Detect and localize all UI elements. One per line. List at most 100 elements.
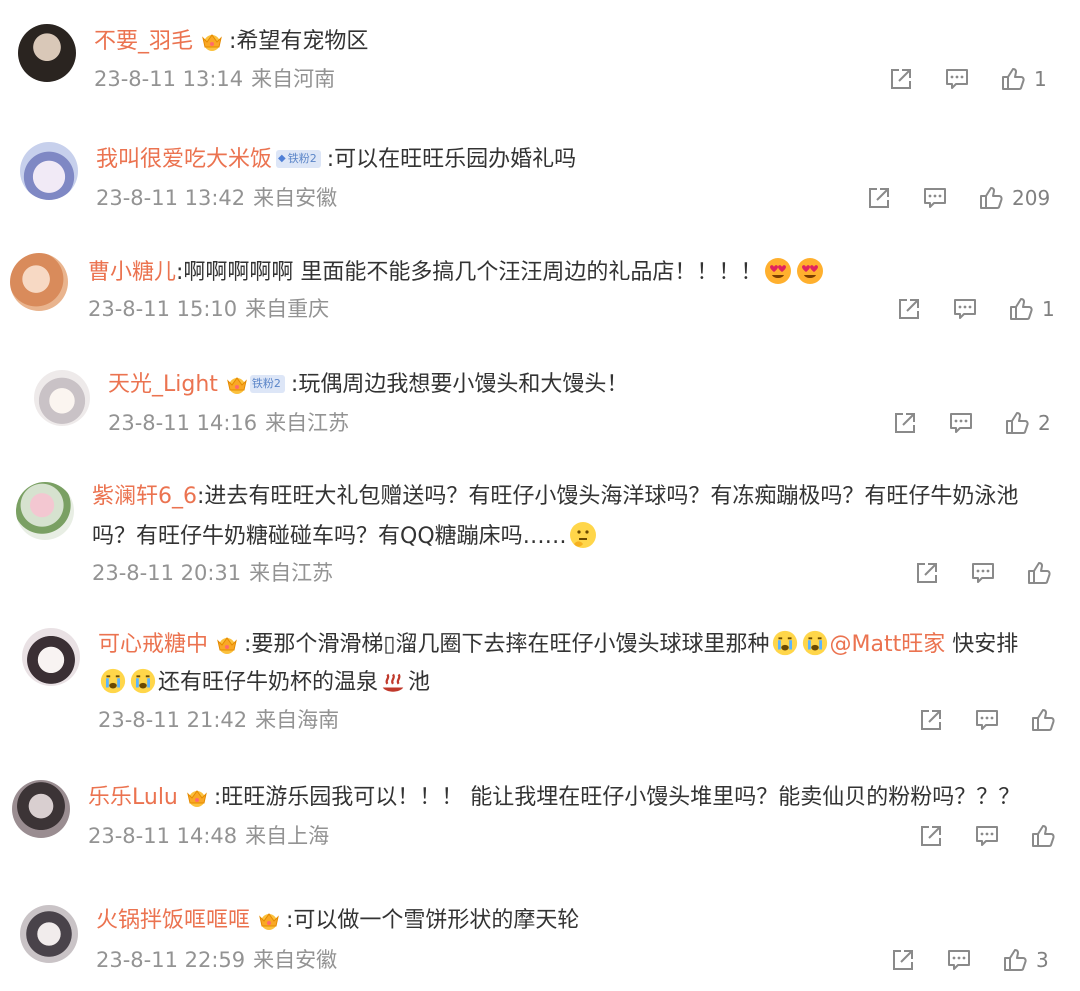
location: 来自江苏: [249, 561, 334, 585]
timestamp: 23-8-11 13:42: [96, 186, 246, 210]
like-count: 3: [1036, 948, 1049, 972]
crying-emoji: [129, 667, 157, 695]
crying-emoji: [771, 629, 799, 657]
timestamp: 23-8-11 14:48: [88, 824, 238, 848]
comment-button[interactable]: [952, 296, 978, 322]
comment-text: :希望有宠物区: [229, 29, 369, 54]
timestamp: 23-8-11 21:42: [98, 708, 248, 732]
comment-meta: 23-8-11 22:59 来自安徽: [96, 945, 337, 975]
like-count: 209: [1012, 186, 1051, 210]
comment-button[interactable]: [970, 560, 996, 586]
like-button[interactable]: 209: [978, 185, 1050, 211]
like-button[interactable]: 1: [1000, 66, 1047, 92]
comment-button[interactable]: [922, 185, 948, 211]
comment-text: 池: [408, 670, 431, 695]
avatar[interactable]: [34, 370, 90, 426]
comment-text: :可以在旺旺乐园办婚礼吗: [326, 147, 577, 172]
share-button[interactable]: [918, 823, 944, 849]
username[interactable]: 紫澜轩6_6: [92, 484, 197, 509]
comment-icon: [922, 185, 948, 211]
comment-meta: 23-8-11 13:14 来自河南: [94, 64, 335, 94]
crown-badge-icon: [184, 786, 210, 808]
comment-button[interactable]: [948, 410, 974, 436]
share-button[interactable]: [914, 560, 940, 586]
comment-meta: 23-8-11 13:42 来自安徽: [96, 183, 337, 213]
comment-text: :进去有旺旺大礼包赠送吗？有旺仔小馒头海洋球吗？有冻痴蹦极吗？有旺仔牛奶泳池: [197, 484, 1019, 509]
comment-button[interactable]: [974, 823, 1000, 849]
comment-meta: 23-8-11 20:31 来自江苏: [92, 558, 333, 588]
avatar[interactable]: [12, 780, 70, 838]
like-button[interactable]: [1030, 823, 1056, 849]
crown-badge-icon: [256, 909, 282, 931]
share-icon: [918, 823, 944, 849]
location: 来自安徽: [253, 948, 338, 972]
mention-link[interactable]: @Matt旺家: [830, 632, 946, 657]
location: 来自河南: [251, 67, 336, 91]
avatar[interactable]: [20, 142, 78, 200]
share-button[interactable]: [866, 185, 892, 211]
like-button[interactable]: [1026, 560, 1052, 586]
location: 来自安徽: [253, 186, 338, 210]
crying-emoji: [99, 667, 127, 695]
like-count: 2: [1038, 411, 1051, 435]
avatar[interactable]: [10, 253, 68, 311]
comment-button[interactable]: [974, 707, 1000, 733]
comment-meta: 23-8-11 14:16 来自江苏: [108, 408, 349, 438]
like-icon: [1030, 707, 1056, 733]
avatar[interactable]: [20, 905, 78, 963]
comment-text: 吗？有旺仔牛奶糖碰碰车吗？有QQ糖蹦床吗……: [92, 524, 567, 549]
username[interactable]: 不要_羽毛: [94, 29, 193, 54]
comment-icon: [970, 560, 996, 586]
comment-button[interactable]: [944, 66, 970, 92]
comment-meta: 23-8-11 21:42 来自海南: [98, 705, 339, 735]
avatar[interactable]: [16, 482, 74, 540]
username[interactable]: 我叫很爱吃大米饭: [96, 147, 272, 172]
share-icon: [918, 707, 944, 733]
comment-icon: [948, 410, 974, 436]
like-button[interactable]: 1: [1008, 296, 1055, 322]
comment-text: :要那个滑滑梯▯溜几圈下去摔在旺仔小馒头球球里那种: [244, 632, 770, 657]
fan-badge: 铁粉2: [249, 374, 285, 393]
username[interactable]: 乐乐Lulu: [88, 785, 178, 810]
timestamp: 23-8-11 13:14: [94, 67, 244, 91]
like-button[interactable]: 3: [1002, 947, 1049, 973]
timestamp: 23-8-11 15:10: [88, 297, 238, 321]
location: 来自海南: [255, 708, 340, 732]
username[interactable]: 曹小糖儿: [88, 260, 176, 285]
avatar[interactable]: [18, 24, 76, 82]
heart-eyes-emoji: [795, 256, 825, 286]
comment-button[interactable]: [946, 947, 972, 973]
share-button[interactable]: [888, 66, 914, 92]
like-button[interactable]: 2: [1004, 410, 1051, 436]
share-icon: [866, 185, 892, 211]
like-count: 1: [1042, 297, 1055, 321]
fan-badge: ◆ 铁粉2: [276, 149, 321, 168]
location: 来自上海: [245, 824, 330, 848]
crown-badge-icon: [224, 373, 250, 395]
comment-text: :玩偶周边我想要小馒头和大馒头！: [290, 372, 629, 397]
share-button[interactable]: [896, 296, 922, 322]
timestamp: 23-8-11 20:31: [92, 561, 242, 585]
share-icon: [888, 66, 914, 92]
share-icon: [892, 410, 918, 436]
comment-icon: [952, 296, 978, 322]
share-button[interactable]: [890, 947, 916, 973]
like-button[interactable]: [1030, 707, 1056, 733]
share-button[interactable]: [918, 707, 944, 733]
username[interactable]: 可心戒糖中: [98, 632, 208, 657]
comment-icon: [946, 947, 972, 973]
share-icon: [890, 947, 916, 973]
location: 来自重庆: [245, 297, 330, 321]
username[interactable]: 火锅拌饭哐哐哐: [96, 908, 250, 933]
username[interactable]: 天光_Light: [108, 372, 218, 397]
share-button[interactable]: [892, 410, 918, 436]
like-count: 1: [1034, 67, 1047, 91]
comment-text: :旺旺游乐园我可以！！！ 能让我埋在旺仔小馒头堆里吗？能卖仙贝的粉粉吗？？？: [213, 785, 1021, 810]
like-icon: [1008, 296, 1034, 322]
comment-text: 快安排: [945, 632, 1019, 657]
crown-badge-icon: [214, 633, 240, 655]
crown-badge-icon: [199, 30, 225, 52]
comment-text: :可以做一个雪饼形状的摩天轮: [286, 908, 580, 933]
avatar[interactable]: [22, 628, 80, 686]
diamond-icon: ◆: [278, 152, 286, 164]
